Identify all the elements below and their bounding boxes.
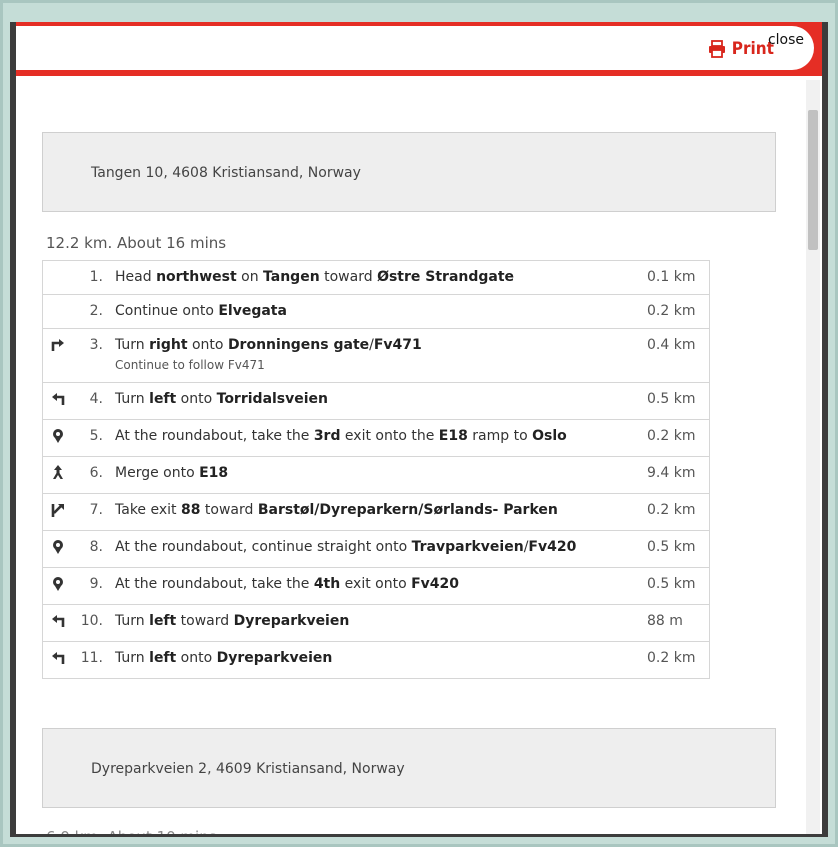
step-instruction: Turn left onto Torridalsveien (111, 382, 643, 420)
direction-step[interactable]: 8. At the roundabout, continue straight o… (42, 530, 710, 568)
step-number: 1. (71, 260, 111, 295)
step-distance: 0.1 km (643, 260, 710, 295)
step-number: 5. (71, 419, 111, 457)
direction-step[interactable]: 7. Take exit 88 toward Barstøl/Dyreparker… (42, 493, 710, 531)
step-number: 8. (71, 530, 111, 568)
step-distance: 0.5 km (643, 530, 710, 568)
direction-step[interactable]: 4. Turn left onto Torridalsveien 0.5 km (42, 382, 710, 420)
step-distance: 0.5 km (643, 382, 710, 420)
roundabout-icon (53, 540, 63, 554)
step-number: 11. (71, 641, 111, 679)
step-distance: 0.2 km (643, 419, 710, 457)
step-instruction: Turn left onto Dyreparkveien (111, 641, 643, 679)
directions-dialog: Print close Tangen 10, 4608 Kristiansand… (10, 22, 828, 837)
step-note: Continue to follow Fv471 (115, 358, 265, 372)
turn-left-icon (52, 615, 65, 627)
scrollbar-thumb[interactable] (808, 110, 818, 250)
step-distance: 0.5 km (643, 567, 710, 605)
exit-right-icon (51, 504, 64, 517)
turn-left-icon (52, 652, 65, 664)
direction-step[interactable]: 9. At the roundabout, take the 4th exit o… (42, 567, 710, 605)
destination-address: Dyreparkveien 2, 4609 Kristiansand, Norw… (91, 761, 405, 777)
step-distance: 9.4 km (643, 456, 710, 494)
step-number: 3. (71, 328, 111, 383)
roundabout-icon (53, 429, 63, 443)
step-distance: 0.2 km (643, 294, 710, 329)
directions-table: 1. Head northwest on Tangen toward Østre … (42, 260, 710, 679)
print-button[interactable]: Print (708, 39, 774, 59)
destination-address-box: Dyreparkveien 2, 4609 Kristiansand, Norw… (42, 728, 776, 808)
scrollbar[interactable] (806, 80, 820, 834)
step-distance: 0.4 km (643, 328, 710, 383)
direction-step[interactable]: 6. Merge onto E18 9.4 km (42, 456, 710, 494)
step-instruction: Take exit 88 toward Barstøl/Dyreparkern/… (111, 493, 643, 531)
step-number: 9. (71, 567, 111, 605)
dialog-header: Print close (16, 22, 822, 76)
direction-step[interactable]: 3. Turn right onto Dronningens gate/Fv471… (42, 328, 710, 383)
printer-icon (708, 40, 725, 58)
roundabout-icon (53, 577, 63, 591)
step-instruction: Head northwest on Tangen toward Østre St… (111, 260, 643, 295)
step-distance: 0.2 km (643, 641, 710, 679)
route-summary: 12.2 km. About 16 mins (46, 234, 227, 252)
step-distance: 88 m (643, 604, 710, 642)
direction-step[interactable]: 11. Turn left onto Dyreparkveien 0.2 km (42, 641, 710, 679)
step-number: 2. (71, 294, 111, 329)
direction-step[interactable]: 1. Head northwest on Tangen toward Østre … (42, 260, 710, 295)
merge-icon (53, 465, 63, 479)
close-button[interactable]: close (768, 32, 804, 48)
turn-right-icon (51, 339, 64, 351)
next-route-summary: 6.0 km. About 10 mins (46, 828, 217, 837)
direction-step[interactable]: 10. Turn left toward Dyreparkveien 88 m (42, 604, 710, 642)
step-instruction: Continue onto Elvegata (111, 294, 643, 329)
direction-step[interactable]: 5. At the roundabout, take the 3rd exit o… (42, 419, 710, 457)
origin-address-box: Tangen 10, 4608 Kristiansand, Norway (42, 132, 776, 212)
step-instruction: Merge onto E18 (111, 456, 643, 494)
step-instruction: At the roundabout, take the 4th exit ont… (111, 567, 643, 605)
step-instruction: Turn left toward Dyreparkveien (111, 604, 643, 642)
step-instruction: At the roundabout, take the 3rd exit ont… (111, 419, 643, 457)
step-number: 4. (71, 382, 111, 420)
step-instruction: Turn right onto Dronningens gate/Fv471 Co… (111, 328, 643, 383)
step-number: 7. (71, 493, 111, 531)
step-distance: 0.2 km (643, 493, 710, 531)
direction-step[interactable]: 2. Continue onto Elvegata 0.2 km (42, 294, 710, 329)
origin-address: Tangen 10, 4608 Kristiansand, Norway (91, 165, 361, 181)
turn-left-icon (52, 393, 65, 405)
step-instruction: At the roundabout, continue straight ont… (111, 530, 643, 568)
step-number: 10. (71, 604, 111, 642)
step-number: 6. (71, 456, 111, 494)
